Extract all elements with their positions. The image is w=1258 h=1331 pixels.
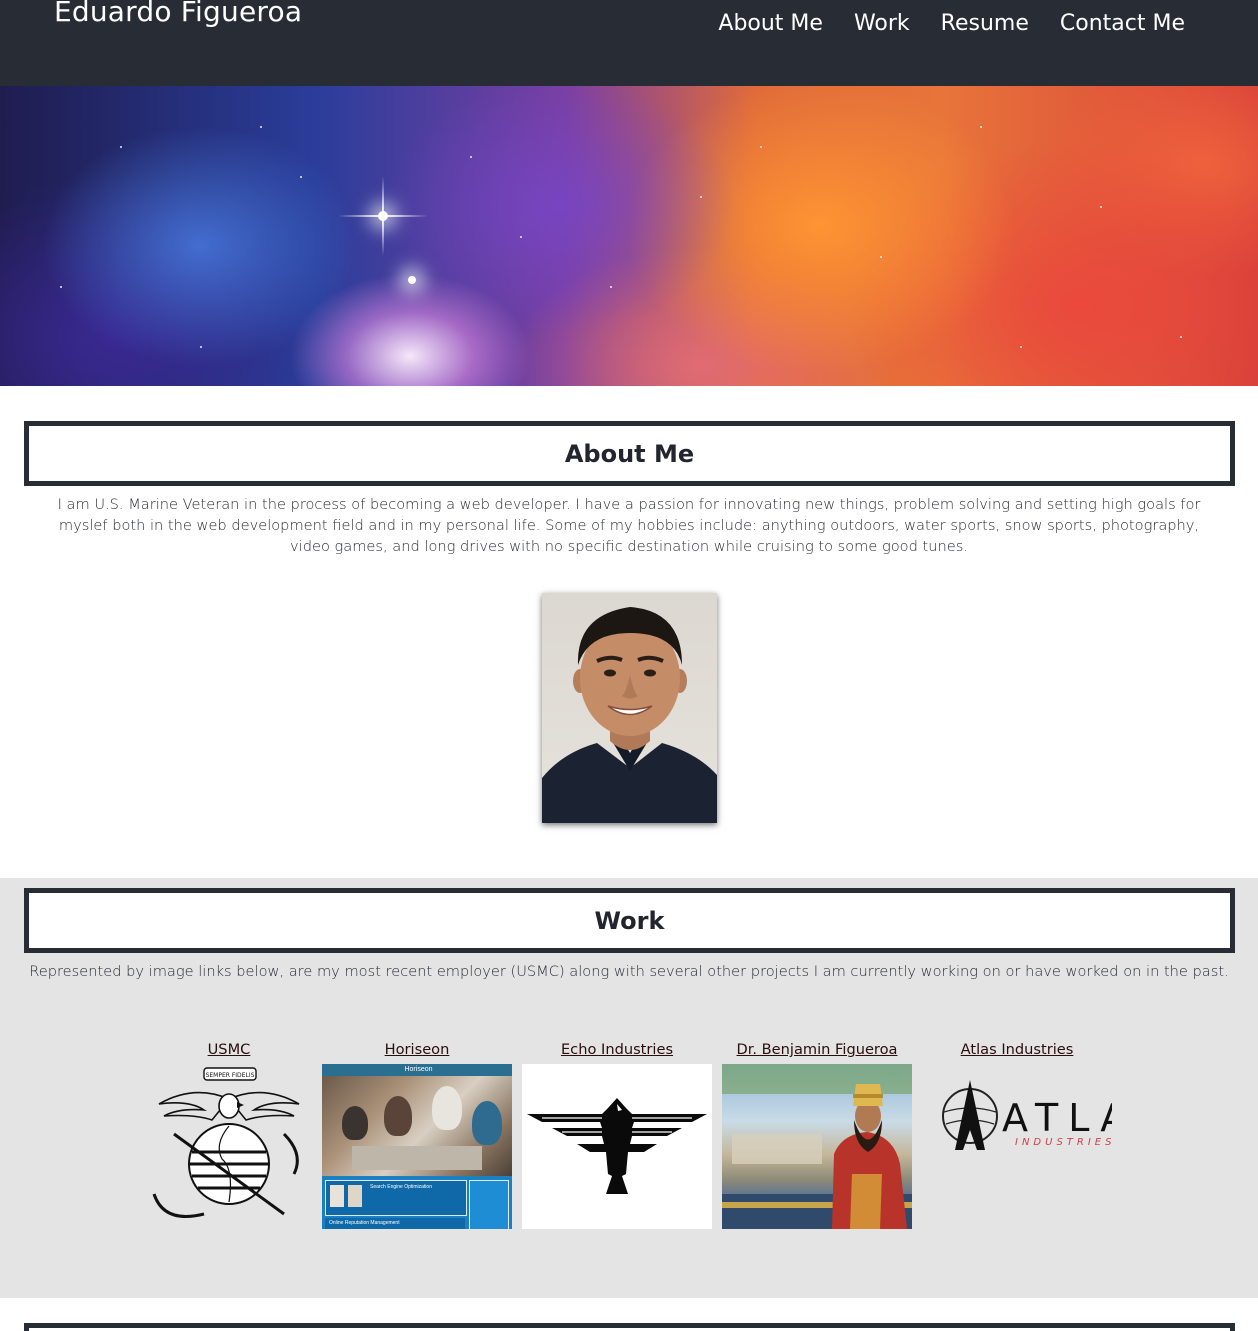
work-description: Represented by image links below, are my…: [29, 963, 1229, 980]
usmc-emblem-image[interactable]: SEMPER FIDELIS: [134, 1064, 324, 1229]
star: [980, 126, 982, 128]
star: [520, 236, 522, 238]
about-description: I am U.S. Marine Veteran in the process …: [57, 496, 1201, 555]
nav-work[interactable]: Work: [854, 8, 910, 40]
star: [1180, 336, 1182, 338]
horiseon-card-title-2: Online Reputation Management: [329, 1220, 400, 1226]
project-link-usmc[interactable]: USMC: [134, 1039, 324, 1061]
star: [1020, 346, 1022, 348]
star-flare-spike: [382, 176, 384, 256]
main-nav: About Me Work Resume Contact Me: [718, 8, 1185, 40]
project-link-echo-industries[interactable]: Echo Industries: [522, 1039, 712, 1061]
star-flare: [408, 276, 416, 284]
star: [470, 156, 472, 158]
project-horiseon: Horiseon Horiseon Search Engine Optimiza…: [322, 1039, 512, 1229]
project-link-atlas-industries[interactable]: Atlas Industries: [922, 1039, 1112, 1061]
echo-industries-logo-image[interactable]: [522, 1064, 712, 1229]
horiseon-card-title: Search Engine Optimization: [370, 1184, 432, 1190]
star: [260, 126, 262, 128]
painting-illustration: [722, 1064, 912, 1229]
site-title: Eduardo Figueroa: [54, 0, 303, 28]
horiseon-hero-photo: [322, 1076, 512, 1176]
babylonian-king-painting-image[interactable]: [722, 1064, 912, 1229]
usmc-motto: SEMPER FIDELIS: [206, 1072, 255, 1079]
star: [700, 196, 702, 198]
star: [120, 146, 122, 148]
profile-photo: [542, 593, 717, 823]
horiseon-screenshot-image[interactable]: Horiseon Search Engine Optimization Onli…: [322, 1064, 512, 1229]
about-heading-box: About Me: [24, 421, 1235, 486]
eagle-logo-icon: [527, 1098, 707, 1194]
project-atlas-industries: Atlas Industries ATLAS INDUSTRIES: [922, 1039, 1112, 1229]
project-dr-benjamin-figueroa: Dr. Benjamin Figueroa: [722, 1039, 912, 1229]
star: [760, 146, 762, 148]
atlas-industries-logo-image[interactable]: ATLAS INDUSTRIES: [922, 1064, 1112, 1229]
star: [200, 346, 202, 348]
star: [880, 256, 882, 258]
atlas-wordmark: ATLAS: [1002, 1096, 1112, 1140]
star: [1100, 206, 1102, 208]
star: [610, 286, 612, 288]
profile-photo-illustration: [542, 607, 717, 823]
project-usmc: USMC SEMPER FIDELIS: [134, 1039, 324, 1229]
star: [300, 176, 302, 178]
work-heading: Work: [594, 906, 665, 935]
about-heading: About Me: [564, 439, 695, 468]
project-echo-industries: Echo Industries: [522, 1039, 712, 1229]
atlas-subline: INDUSTRIES: [1015, 1137, 1112, 1148]
nav-resume[interactable]: Resume: [941, 8, 1029, 40]
horiseon-brand: Horiseon: [322, 1064, 512, 1076]
site-header: Eduardo Figueroa About Me Work Resume Co…: [0, 0, 1258, 86]
project-link-horiseon[interactable]: Horiseon: [322, 1039, 512, 1061]
atlas-logo-icon: ATLAS INDUSTRIES: [942, 1080, 1112, 1150]
usmc-emblem-icon: SEMPER FIDELIS: [152, 1067, 300, 1218]
work-heading-box: Work: [24, 888, 1235, 953]
project-link-dr-benjamin-figueroa[interactable]: Dr. Benjamin Figueroa: [722, 1039, 912, 1061]
nav-about-me[interactable]: About Me: [718, 8, 823, 40]
horiseon-content-area: Search Engine Optimization Online Reputa…: [322, 1176, 512, 1229]
hero-nebula-image: [0, 86, 1258, 386]
nav-contact-me[interactable]: Contact Me: [1060, 8, 1185, 40]
star: [60, 286, 62, 288]
next-section-heading-box: [24, 1323, 1235, 1331]
